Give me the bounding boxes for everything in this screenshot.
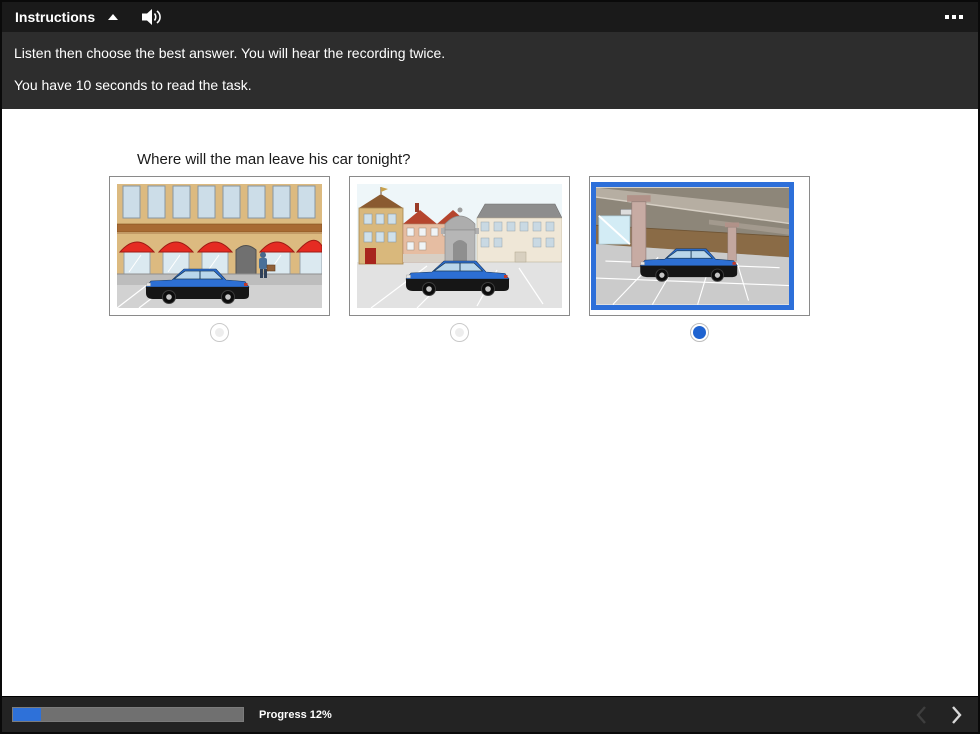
- audio-replay-button[interactable]: [142, 8, 162, 26]
- ellipsis-icon: [945, 15, 949, 19]
- radio-dot: [455, 328, 464, 337]
- option-street-frame: [117, 184, 322, 308]
- task-area: Where will the man leave his car tonight…: [2, 109, 978, 696]
- navigation: [912, 704, 966, 726]
- option-square-frame: [357, 184, 562, 308]
- car-parked-on-street-image: [117, 184, 322, 308]
- option-square-radio[interactable]: [450, 323, 469, 342]
- more-menu-button[interactable]: [943, 11, 965, 23]
- option-street-imagebox[interactable]: [109, 176, 330, 316]
- speaker-icon: [142, 9, 161, 25]
- previous-button[interactable]: [912, 704, 931, 726]
- instructions-panel: Listen then choose the best answer. You …: [2, 32, 978, 109]
- option-street: [109, 176, 330, 342]
- chevron-left-icon: [916, 705, 926, 724]
- chevron-right-icon: [952, 705, 962, 724]
- radio-dot: [215, 328, 224, 337]
- ellipsis-icon: [959, 15, 963, 19]
- option-square: [349, 176, 570, 342]
- progress-label: Progress 12%: [259, 708, 332, 721]
- option-street-radio[interactable]: [210, 323, 229, 342]
- test-window: Instructions Listen then choose the best…: [0, 0, 980, 734]
- radio-dot: [693, 326, 706, 339]
- car-parked-in-town-square-image: [357, 184, 562, 308]
- question-text: Where will the man leave his car tonight…: [137, 151, 411, 168]
- next-button[interactable]: [947, 704, 966, 726]
- car-parked-in-indoor-car-park-image: [596, 187, 789, 305]
- option-garage-radio[interactable]: [690, 323, 709, 342]
- instructions-line-1: Listen then choose the best answer. You …: [14, 45, 446, 61]
- footer-bar: Progress 12%: [2, 696, 978, 732]
- option-garage-imagebox[interactable]: [589, 176, 810, 316]
- option-square-imagebox[interactable]: [349, 176, 570, 316]
- progress-bar-track: [12, 707, 244, 722]
- instructions-title: Instructions: [15, 9, 96, 25]
- answer-options: [109, 176, 978, 342]
- instructions-toggle[interactable]: Instructions: [15, 9, 119, 25]
- caret-up-icon: [108, 14, 119, 20]
- progress-bar-fill: [13, 708, 41, 721]
- header-bar: Instructions: [2, 2, 978, 32]
- ellipsis-icon: [952, 15, 956, 19]
- instructions-line-2: You have 10 seconds to read the task.: [14, 77, 252, 93]
- option-garage-selection-frame: [591, 182, 794, 310]
- option-garage: [589, 176, 810, 342]
